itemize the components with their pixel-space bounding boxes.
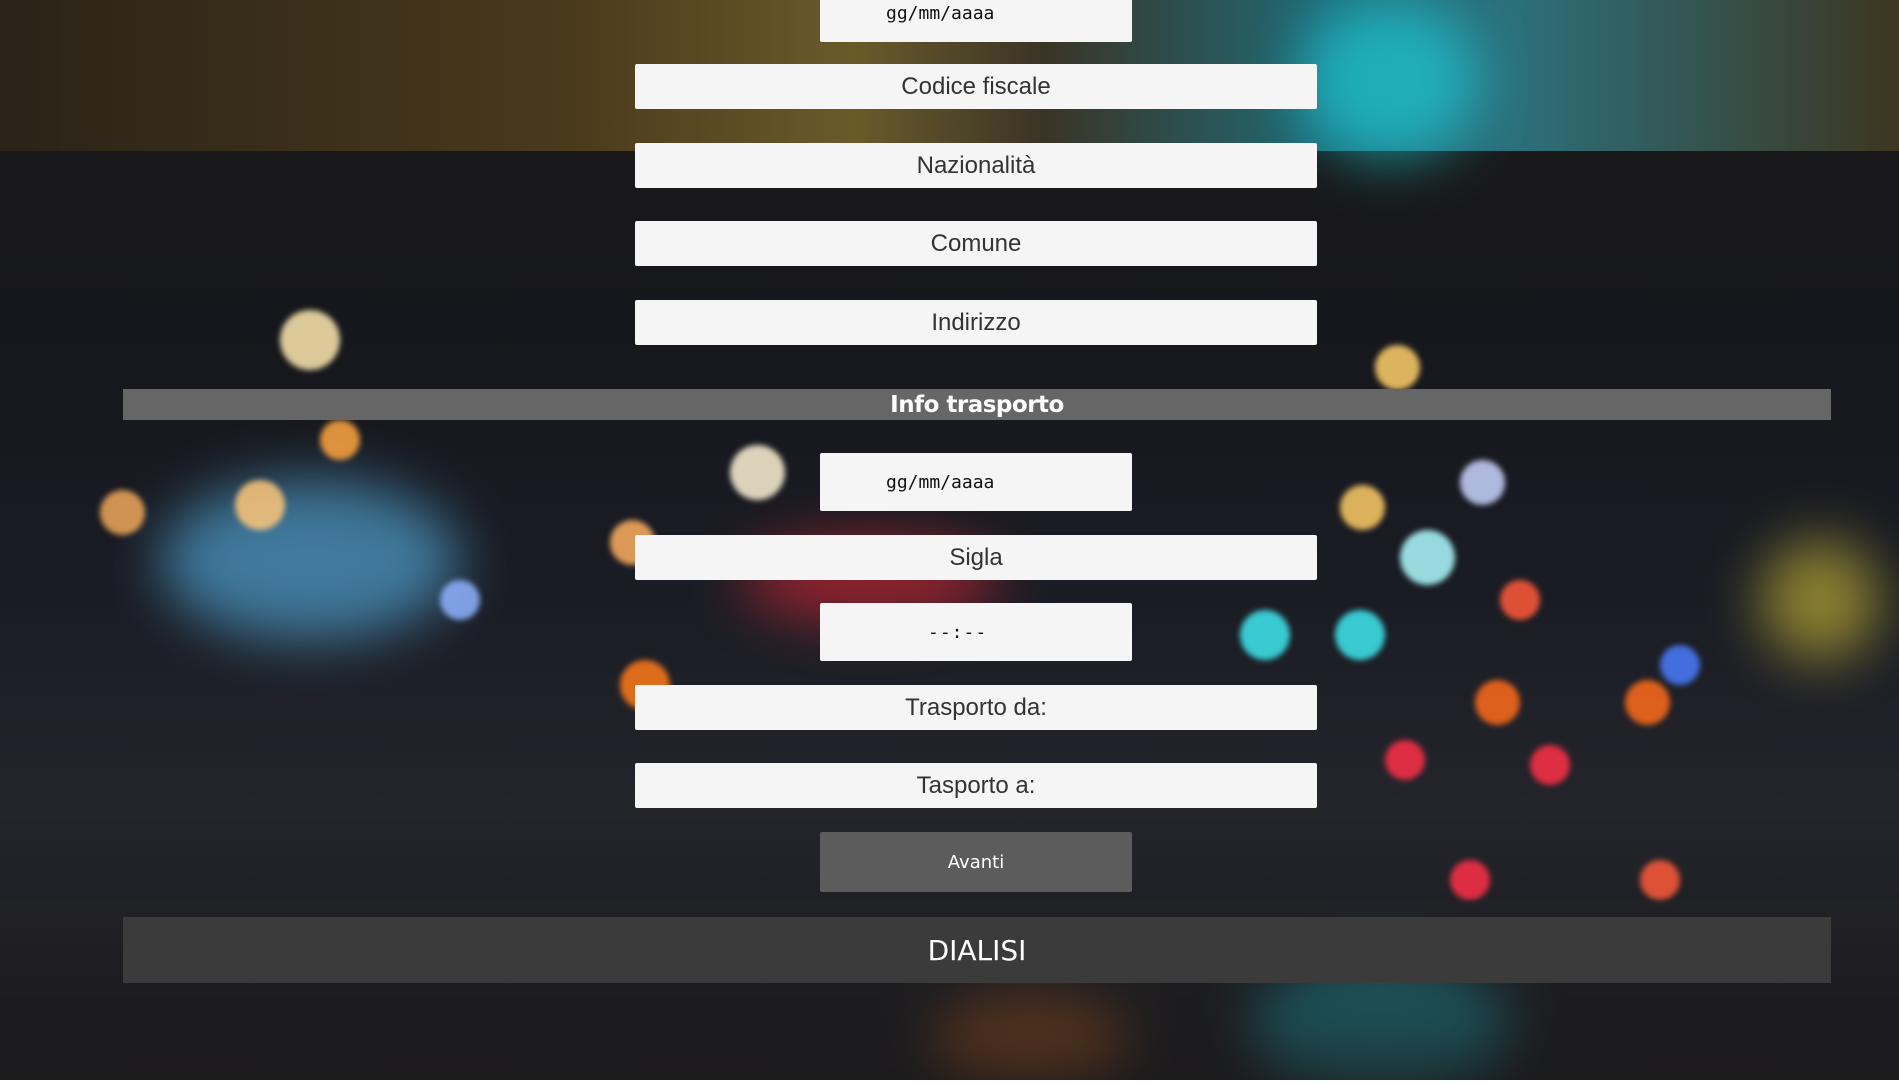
background-bokeh [1460, 460, 1505, 505]
background-glow [1300, 0, 1480, 160]
transport-code-input[interactable]: Sigla [635, 535, 1317, 580]
background-bokeh [280, 310, 340, 370]
transport-time-placeholder: --:-- [928, 621, 988, 643]
background-bokeh [1340, 485, 1385, 530]
background-bokeh [1375, 345, 1420, 390]
background-bokeh [730, 445, 785, 500]
nationality-input[interactable]: Nazionalità [635, 143, 1317, 188]
transport-time-input[interactable]: --:-- [820, 603, 1132, 661]
tax-code-placeholder: Codice fiscale [901, 72, 1051, 100]
transport-date-placeholder: gg/mm/aaaa [886, 471, 995, 493]
background-bokeh [1335, 610, 1385, 660]
background-bokeh [1530, 745, 1570, 785]
transport-from-input[interactable]: Trasporto da: [635, 685, 1317, 730]
next-button[interactable]: Avanti [820, 832, 1132, 892]
municipality-placeholder: Comune [930, 229, 1022, 257]
transport-to-placeholder: Tasporto a: [916, 771, 1036, 799]
background-bokeh [1450, 860, 1490, 900]
background-bokeh [1240, 610, 1290, 660]
background-bokeh [1625, 680, 1670, 725]
transport-code-placeholder: Sigla [949, 543, 1003, 571]
transport-to-input[interactable]: Tasporto a: [635, 763, 1317, 808]
background-bokeh [1475, 680, 1520, 725]
background-bokeh [1400, 530, 1455, 585]
background-bokeh [100, 490, 145, 535]
tax-code-input[interactable]: Codice fiscale [635, 64, 1317, 109]
background-bokeh [235, 480, 285, 530]
background-bokeh [1640, 860, 1680, 900]
address-placeholder: Indirizzo [931, 308, 1021, 336]
background-glow [1760, 540, 1880, 660]
birth-date-placeholder: gg/mm/aaaa [886, 2, 995, 24]
background-bokeh [1660, 645, 1700, 685]
page-bottom-edge [0, 1080, 1899, 1086]
nationality-placeholder: Nazionalità [916, 151, 1036, 179]
municipality-input[interactable]: Comune [635, 221, 1317, 266]
background-glow [160, 480, 460, 640]
footer-banner: DIALISI [123, 917, 1831, 983]
next-button-label: Avanti [947, 851, 1005, 873]
address-input[interactable]: Indirizzo [635, 300, 1317, 345]
transport-date-input[interactable]: gg/mm/aaaa [820, 453, 1132, 511]
background-bokeh [1385, 740, 1425, 780]
transport-section-title: Info trasporto [890, 391, 1064, 418]
footer-title: DIALISI [927, 933, 1027, 967]
background-bokeh [320, 420, 360, 460]
transport-section-header: Info trasporto [123, 389, 1831, 420]
background-bokeh [440, 580, 480, 620]
transport-from-placeholder: Trasporto da: [905, 693, 1047, 721]
birth-date-input[interactable]: gg/mm/aaaa [820, 0, 1132, 42]
background-bokeh [1500, 580, 1540, 620]
